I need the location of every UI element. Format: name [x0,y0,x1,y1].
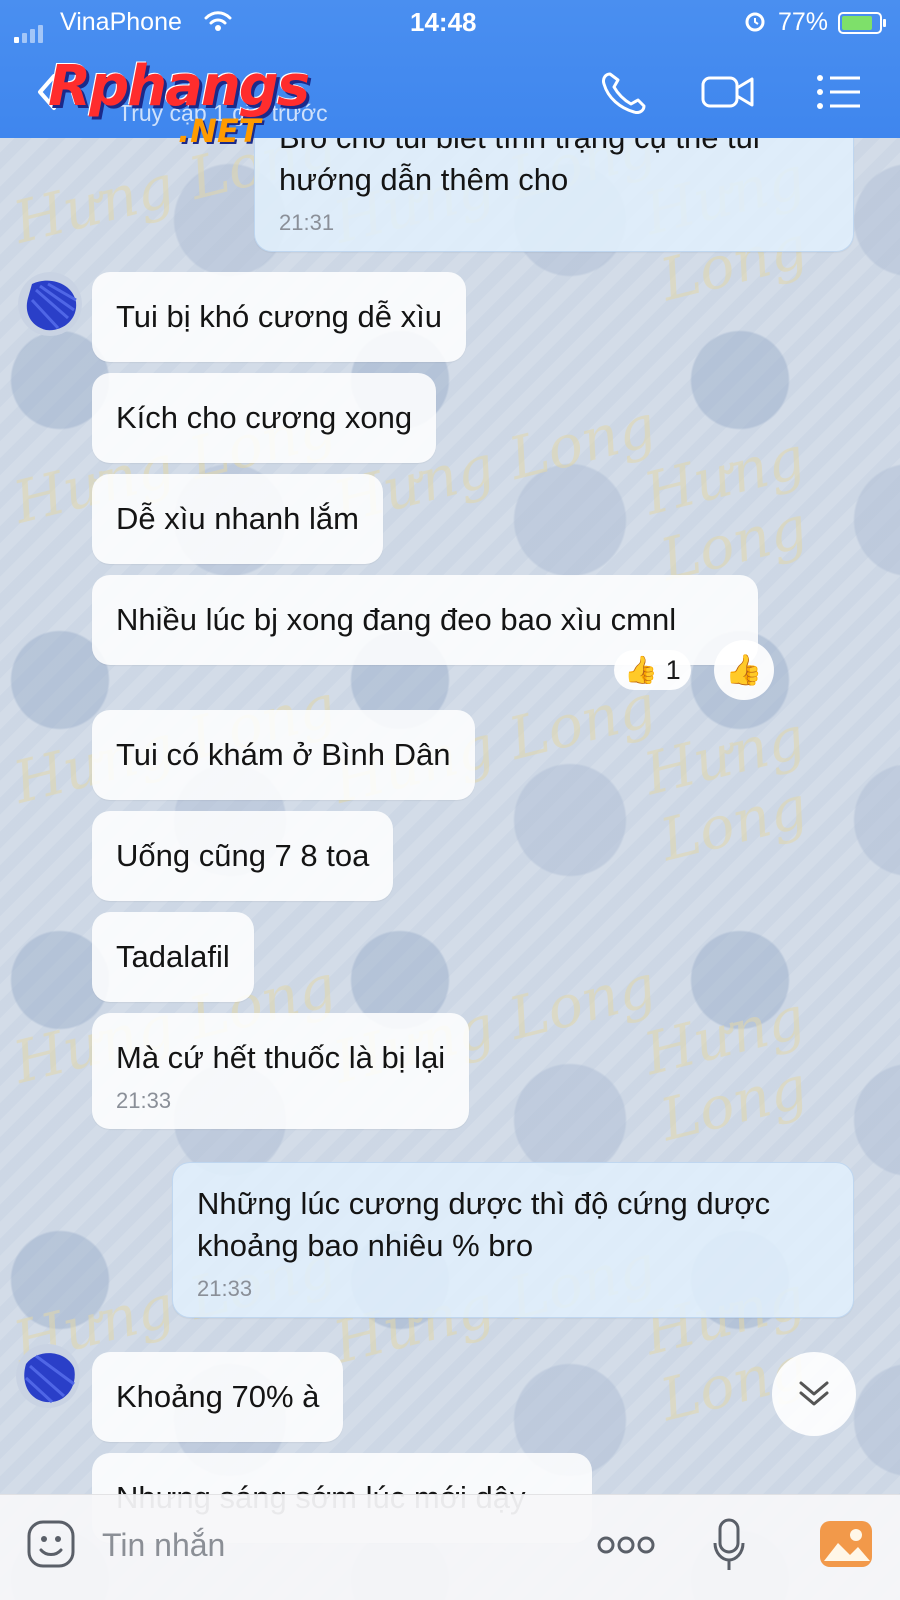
message-text: Tadalafil [116,939,230,974]
message-bubble-sent[interactable]: Những lúc cương dược thì độ cứng dược kh… [172,1162,854,1318]
message-bubble-received[interactable]: Dễ xìu nhanh lắm [92,474,383,564]
thumbs-up-icon: 👍 [725,653,763,687]
message-input[interactable]: Tin nhắn [102,1527,225,1564]
status-time: 14:48 [410,7,477,37]
scroll-to-bottom-button[interactable] [772,1352,856,1436]
avatar-scribble [16,1344,80,1408]
microphone-icon[interactable] [712,1517,746,1573]
chat-header: VinaPhone 14:48 77% Truy cập 1 giờ trước… [0,0,900,150]
carrier-name: VinaPhone [60,8,182,36]
message-bubble-received[interactable]: Tui có khám ở Bình Dân [92,710,475,800]
status-bar: VinaPhone 14:48 77% [0,0,900,44]
message-text: hướng dẫn thêm cho [279,162,569,197]
battery-percent: 77% [778,8,829,36]
thumbs-up-icon: 👍 [624,655,658,685]
message-bubble-received[interactable]: Tadalafil [92,912,254,1002]
logo-text: Rphangs [48,54,310,119]
reaction-count: 1 [665,655,681,685]
message-bubble-received[interactable]: Khoảng 70% à [92,1352,344,1442]
emoji-icon[interactable] [26,1519,76,1569]
avatar-scribble [18,272,82,336]
phone-icon[interactable] [598,70,654,114]
avatar[interactable] [18,272,82,336]
message-text: Mà cứ hết thuốc là bị lại [116,1040,446,1075]
message-bubble-received[interactable]: Uống cũng 7 8 toa [92,811,394,901]
signal-icon [14,14,50,43]
menu-icon[interactable] [812,70,868,114]
watermark-logo: Rphangs .NET [48,54,318,150]
message-time: 21:33 [197,1276,253,1301]
message-text: Uống cũng 7 8 toa [116,838,370,873]
message-text: Tui có khám ở Bình Dân [116,737,451,772]
message-text: khoảng bao nhiêu % bro [197,1228,534,1263]
message-bubble-received[interactable]: Mà cứ hết thuốc là bị lại 21:33 [92,1013,470,1129]
message-composer: Tin nhắn [0,1494,900,1600]
message-time: 21:31 [279,210,335,235]
message-text: Nhiều lúc bj xong đang đeo bao xìu cmnl [116,602,677,637]
video-call-icon[interactable] [700,70,756,114]
message-text: Khoảng 70% à [116,1379,320,1414]
message-bubble-received[interactable]: Kích cho cương xong [92,373,437,463]
chevron-double-down-icon [799,1381,829,1406]
logo-suffix: .NET [178,112,261,150]
react-button[interactable]: 👍 [714,640,774,700]
image-icon[interactable] [818,1519,874,1569]
message-time: 21:33 [116,1088,172,1113]
message-text: Kích cho cương xong [116,400,413,435]
avatar[interactable] [16,1344,80,1408]
more-icon[interactable] [596,1535,656,1555]
message-bubble-received[interactable]: Tui bị khó cương dễ xìu [92,272,466,362]
wifi-icon [204,11,232,31]
message-text: Dễ xìu nhanh lắm [116,501,359,536]
alarm-icon [745,12,765,32]
battery-icon [838,12,886,34]
message-text: Tui bị khó cương dễ xìu [116,299,442,334]
message-text: Những lúc cương dược thì độ cứng dược [197,1186,771,1221]
reaction-summary[interactable]: 👍 1 [614,650,691,690]
